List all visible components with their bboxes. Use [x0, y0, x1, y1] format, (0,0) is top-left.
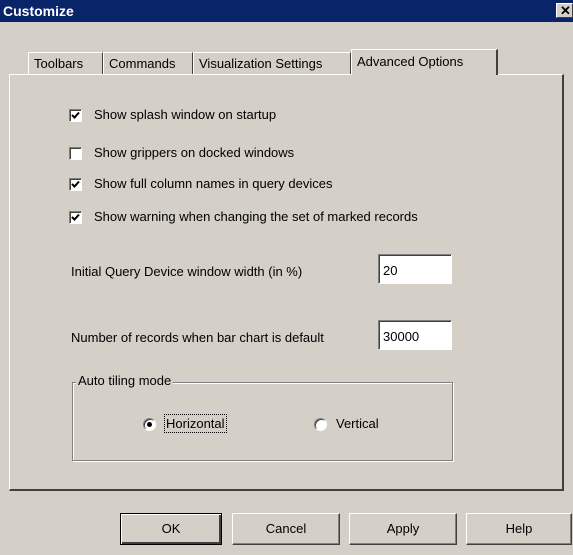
checkmark-icon: [71, 111, 80, 119]
grippers-option-label: Show grippers on docked windows: [94, 145, 295, 160]
tab-label: Commands: [109, 56, 176, 71]
window-title: Customize: [3, 3, 74, 19]
close-button[interactable]: ✕: [556, 3, 573, 18]
title-bar: Customize ✕: [0, 0, 573, 22]
checkmark-icon: [71, 180, 80, 188]
tab-label: Toolbars: [34, 56, 84, 71]
full-column-names-checkbox[interactable]: [69, 178, 82, 191]
bar-records-label: Number of records when bar chart is defa…: [71, 330, 324, 345]
tab-commands[interactable]: Commands: [103, 52, 193, 74]
splash-checkbox[interactable]: [69, 109, 82, 122]
marked-records-warning-option-label: Show warning when changing the set of ma…: [94, 209, 418, 224]
vertical-radio-label[interactable]: Vertical: [336, 416, 379, 431]
auto-tiling-legend: Auto tiling mode: [76, 373, 174, 388]
vertical-radio[interactable]: [314, 418, 327, 431]
auto-tiling-group: [72, 382, 453, 461]
bar-records-input[interactable]: [378, 320, 452, 350]
qd-width-input[interactable]: [378, 254, 452, 284]
ok-button[interactable]: OK: [120, 513, 222, 545]
tab-visualization-settings[interactable]: Visualization Settings: [193, 52, 351, 74]
close-icon: ✕: [560, 3, 571, 18]
horizontal-radio[interactable]: [143, 418, 156, 431]
radio-selected-dot: [147, 422, 152, 427]
tab-toolbars[interactable]: Toolbars: [28, 52, 103, 74]
apply-button[interactable]: Apply: [349, 513, 457, 545]
grippers-checkbox[interactable]: [69, 147, 82, 160]
tab-label: Advanced Options: [357, 54, 464, 69]
full-column-names-option-label: Show full column names in query devices: [94, 176, 333, 191]
help-button[interactable]: Help: [466, 513, 572, 545]
marked-records-warning-checkbox[interactable]: [69, 211, 82, 224]
tab-label: Visualization Settings: [199, 56, 323, 71]
cancel-button[interactable]: Cancel: [232, 513, 340, 545]
qd-width-label: Initial Query Device window width (in %): [71, 264, 303, 279]
splash-option-label: Show splash window on startup: [94, 107, 277, 122]
tab-advanced-options[interactable]: Advanced Options: [351, 49, 498, 75]
checkmark-icon: [71, 213, 80, 221]
horizontal-radio-label[interactable]: Horizontal: [164, 414, 227, 433]
